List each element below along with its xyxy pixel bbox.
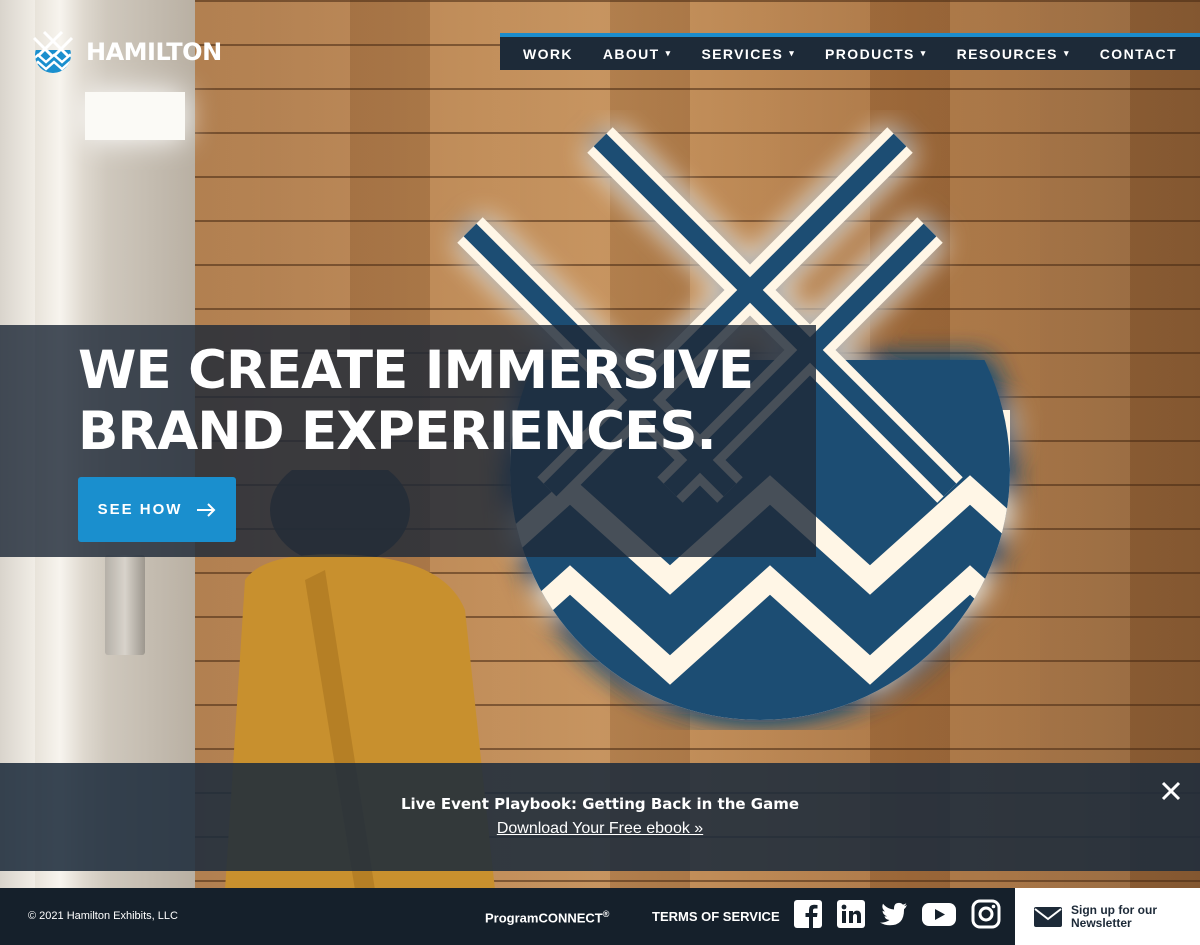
close-banner-button[interactable] <box>1156 776 1186 806</box>
headline-line-2: BRAND EXPERIENCES. <box>78 401 717 462</box>
nav-label: WORK <box>522 45 573 62</box>
brand-name: HAMILTON <box>86 38 222 66</box>
nav-item-products[interactable]: PRODUCTS ▾ <box>825 46 927 62</box>
caret-down-icon: ▾ <box>789 48 796 58</box>
download-ebook-link[interactable]: Download Your Free ebook » <box>497 820 703 837</box>
nav-item-work[interactable]: WORK <box>523 46 573 62</box>
twitter-icon[interactable] <box>877 899 907 929</box>
newsletter-line-2: Newsletter <box>1071 915 1132 930</box>
nav-item-services[interactable]: SERVICES ▾ <box>701 46 795 62</box>
promo-title: Live Event Playbook: Getting Back in the… <box>400 795 800 813</box>
instagram-icon[interactable] <box>971 899 1001 929</box>
hamilton-logo-icon <box>32 30 74 73</box>
promo-banner <box>0 763 1200 871</box>
nav-item-about[interactable]: ABOUT ▾ <box>603 46 672 62</box>
arrow-right-icon <box>197 502 216 517</box>
promo-link-row: Download Your Free ebook » <box>0 820 1200 838</box>
nav-item-contact[interactable]: CONTACT <box>1100 46 1177 62</box>
close-icon <box>1161 781 1181 801</box>
wall-fixture <box>105 555 145 655</box>
newsletter-line-1: Sign up for our <box>1071 902 1157 917</box>
registered-mark: ® <box>602 909 610 919</box>
main-navigation: WORK ABOUT ▾ SERVICES ▾ PRODUCTS ▾ RESOU… <box>500 33 1200 70</box>
nav-label: PRODUCTS <box>825 45 915 62</box>
nav-item-resources[interactable]: RESOURCES ▾ <box>957 46 1070 62</box>
envelope-icon <box>1034 906 1062 927</box>
program-connect-label: ProgramCONNECT <box>485 910 603 926</box>
newsletter-label: Sign up for our Newsletter <box>1071 902 1181 930</box>
caret-down-icon: ▾ <box>1063 48 1070 58</box>
cta-label: SEE HOW <box>97 501 183 518</box>
youtube-icon[interactable] <box>921 899 957 929</box>
copyright-text: © 2021 Hamilton Exhibits, LLC <box>28 910 178 922</box>
headline-line-1: WE CREATE IMMERSIVE <box>78 340 754 401</box>
brand-logo[interactable]: HAMILTON <box>30 30 222 74</box>
caret-down-icon: ▾ <box>665 48 672 58</box>
nav-label: ABOUT <box>602 45 660 62</box>
ceiling-light <box>85 92 185 140</box>
program-connect-link[interactable]: ProgramCONNECT® <box>485 909 609 925</box>
hero-headline: WE CREATE IMMERSIVE BRAND EXPERIENCES. <box>78 340 818 462</box>
nav-label: SERVICES <box>701 45 784 62</box>
linkedin-icon[interactable] <box>836 899 866 929</box>
nav-label: RESOURCES <box>956 45 1058 62</box>
caret-down-icon: ▾ <box>920 48 927 58</box>
see-how-button[interactable]: SEE HOW <box>78 477 236 542</box>
newsletter-signup-button[interactable]: Sign up for our Newsletter <box>1015 888 1200 945</box>
facebook-icon[interactable] <box>793 899 823 929</box>
terms-of-service-link[interactable]: TERMS OF SERVICE <box>652 909 780 924</box>
nav-label: CONTACT <box>1099 45 1177 62</box>
